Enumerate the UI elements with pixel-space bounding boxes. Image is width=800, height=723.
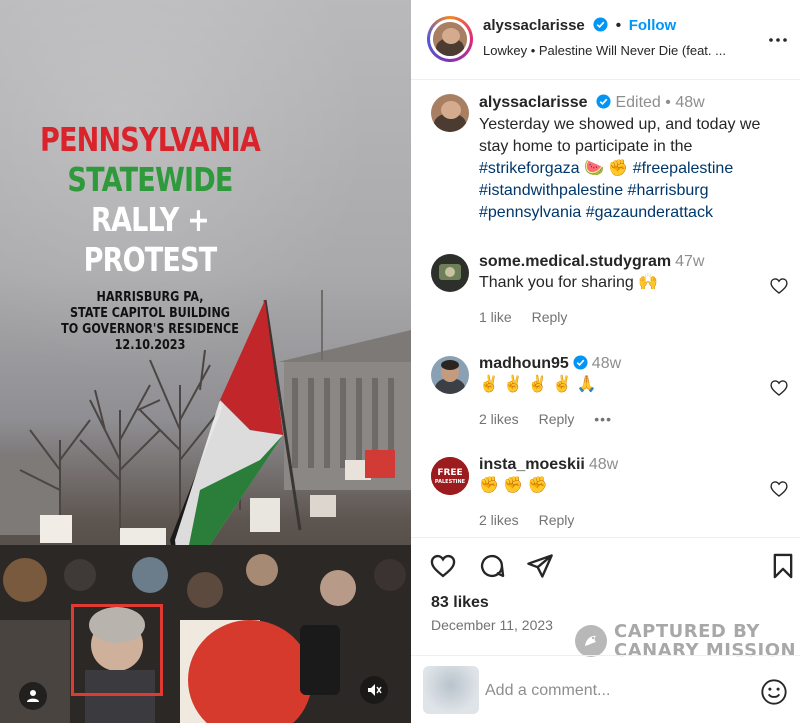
verified-badge-icon	[573, 355, 588, 370]
comment-text: ✌ ✌ ✌ ✌ 🙏	[479, 376, 597, 393]
comment-meta: 2 likes Reply	[479, 512, 590, 528]
highlight-box	[71, 604, 163, 696]
reply-button[interactable]: Reply	[532, 309, 568, 325]
comment-body: some.medical.studygram 47w Thank you for …	[479, 253, 759, 294]
add-comment-input[interactable]: Add a comment...	[485, 682, 610, 700]
comment-time[interactable]: 48w	[592, 355, 621, 372]
caption-time[interactable]: 48w	[675, 94, 704, 111]
header-title-row: alyssaclarisse • Follow	[483, 17, 676, 35]
free-palestine-logo: FREE PALESTINE	[431, 457, 469, 495]
verified-badge-icon	[596, 94, 611, 109]
comment-item: FREE PALESTINE insta_moeskii 48w ✊ ✊ ✊ 2 …	[429, 456, 789, 546]
reply-button[interactable]: Reply	[539, 411, 575, 427]
save-bookmark-icon[interactable]	[769, 552, 797, 580]
comment-likes[interactable]: 1 like	[479, 309, 512, 325]
commenter-avatar[interactable]: FREE PALESTINE	[431, 457, 469, 495]
audio-track[interactable]: Lowkey • Palestine Will Never Die (feat.…	[483, 43, 726, 58]
comment-body: madhoun95 48w ✌ ✌ ✌ ✌ 🙏	[479, 355, 759, 396]
comment-likes[interactable]: 2 likes	[479, 411, 519, 427]
post-header: alyssaclarisse • Follow Lowkey • Palesti…	[411, 0, 800, 80]
commenter-avatar[interactable]	[431, 356, 469, 394]
comment-meta: 1 like Reply	[479, 309, 583, 325]
caption-dot: •	[665, 94, 671, 111]
svg-text:PALESTINE: PALESTINE	[435, 479, 466, 485]
post-side-panel: alyssaclarisse • Follow Lowkey • Palesti…	[411, 0, 800, 723]
blurred-avatar	[423, 666, 479, 714]
story-ring[interactable]	[427, 16, 473, 62]
comment-more-options[interactable]: •••	[594, 411, 612, 427]
svg-text:FREE: FREE	[437, 468, 462, 478]
caption-body: Yesterday we showed up, and today we sta…	[479, 116, 761, 155]
crowd	[0, 545, 411, 723]
mute-button[interactable]	[360, 676, 388, 704]
emoji-smiley-icon[interactable]	[760, 678, 788, 706]
user-icon	[27, 690, 39, 702]
comment-meta: 2 likes Reply •••	[479, 411, 628, 427]
follow-button[interactable]: Follow	[629, 17, 677, 34]
add-comment-bar: Add a comment...	[411, 655, 800, 723]
edited-label: Edited	[615, 94, 661, 111]
header-separator: •	[615, 17, 622, 34]
watermark-line: CAPTURED BY	[614, 621, 760, 642]
user-tags-button[interactable]	[19, 682, 47, 710]
caption-text: alyssaclarisse Edited • 48w Yesterday we…	[479, 92, 789, 224]
comment-bubble-icon[interactable]	[478, 552, 506, 580]
comment-body: insta_moeskii 48w ✊ ✊ ✊	[479, 456, 759, 497]
comment-likes[interactable]: 2 likes	[479, 512, 519, 528]
caption-username[interactable]: alyssaclarisse	[479, 94, 588, 111]
like-comment-heart-icon[interactable]	[769, 276, 789, 296]
caption-emoji: 🍉 ✊	[583, 160, 629, 177]
caption-avatar[interactable]	[431, 94, 469, 132]
reply-button[interactable]: Reply	[539, 512, 575, 528]
like-heart-icon[interactable]	[429, 552, 457, 580]
post-date: December 11, 2023	[431, 617, 553, 633]
protest-scene	[0, 290, 411, 723]
author-username[interactable]: alyssaclarisse	[483, 17, 585, 34]
like-comment-heart-icon[interactable]	[769, 479, 789, 499]
commenter-username[interactable]: insta_moeskii	[479, 456, 585, 473]
post-media[interactable]: PENNSYLVANIA STATEWIDE RALLY + PROTEST H…	[0, 0, 411, 723]
comment-item: madhoun95 48w ✌ ✌ ✌ ✌ 🙏 2 likes Reply ••…	[429, 355, 789, 445]
hashtag-link[interactable]: #strikeforgaza	[479, 160, 580, 177]
comment-text: Thank you for sharing 🙌	[479, 274, 659, 291]
poster-line-3: RALLY + PROTEST	[83, 200, 218, 279]
like-count[interactable]: 83 likes	[431, 594, 489, 612]
commenter-username[interactable]: madhoun95	[479, 355, 569, 372]
verified-badge-icon	[593, 17, 608, 32]
poster-line-2: STATEWIDE	[67, 160, 233, 199]
comment-time[interactable]: 48w	[589, 456, 618, 473]
commenter-avatar[interactable]	[431, 254, 469, 292]
share-paper-plane-icon[interactable]	[526, 552, 554, 580]
avatar	[433, 22, 467, 56]
commenter-username[interactable]: some.medical.studygram	[479, 253, 671, 270]
comment-text: ✊ ✊ ✊	[479, 477, 548, 494]
comment-item: some.medical.studygram 47w Thank you for …	[429, 253, 789, 343]
poster-line-1: PENNSYLVANIA	[39, 120, 261, 159]
comment-time[interactable]: 47w	[675, 253, 704, 270]
muted-speaker-icon	[368, 684, 382, 696]
more-options-icon[interactable]	[766, 28, 790, 52]
like-comment-heart-icon[interactable]	[769, 378, 789, 398]
canary-logo-icon	[575, 625, 607, 657]
